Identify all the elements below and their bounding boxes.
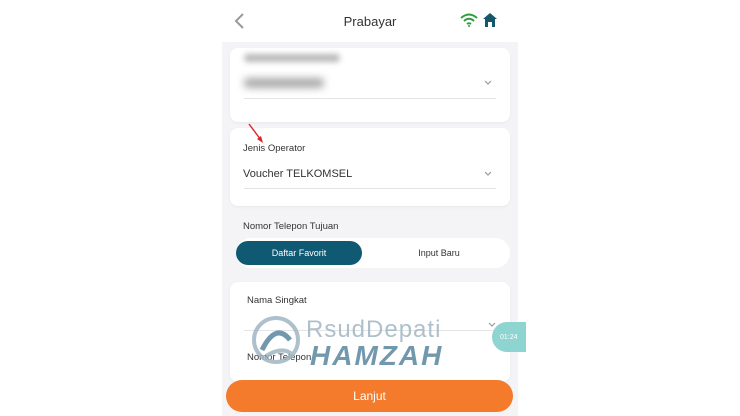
submit-button[interactable]: Lanjut (226, 380, 513, 412)
tab-new-input[interactable]: Input Baru (376, 241, 502, 265)
chevron-down-icon[interactable] (484, 80, 492, 86)
phone-section-label: Nomor Telepon Tujuan (243, 221, 339, 232)
chevron-down-icon[interactable] (484, 171, 492, 177)
red-arrow-icon (248, 123, 263, 143)
blurred-label (244, 54, 340, 62)
short-name-label: Nama Singkat (247, 295, 307, 306)
field-underline (244, 188, 496, 189)
timer-badge: 01:24 (492, 322, 526, 352)
blurred-value (244, 78, 324, 88)
tab-favorites[interactable]: Daftar Favorit (236, 241, 362, 265)
wifi-icon (460, 13, 478, 27)
operator-card[interactable]: Jenis Operator Voucher TELKOMSEL (230, 128, 510, 206)
header-icons (460, 12, 498, 28)
operator-select[interactable]: Voucher TELKOMSEL (243, 168, 352, 180)
watermark: RsudDepati HAMZAH (252, 316, 482, 371)
watermark-logo (252, 316, 300, 364)
page-title: Prabayar (343, 13, 397, 29)
watermark-line2: HAMZAH (310, 340, 444, 371)
chevron-left-icon[interactable] (232, 11, 246, 31)
app-header: Prabayar (222, 0, 518, 42)
field-underline (244, 98, 496, 99)
account-card[interactable] (230, 48, 510, 122)
home-icon[interactable] (482, 12, 498, 28)
phone-source-toggle: Daftar Favorit Input Baru (236, 238, 510, 268)
